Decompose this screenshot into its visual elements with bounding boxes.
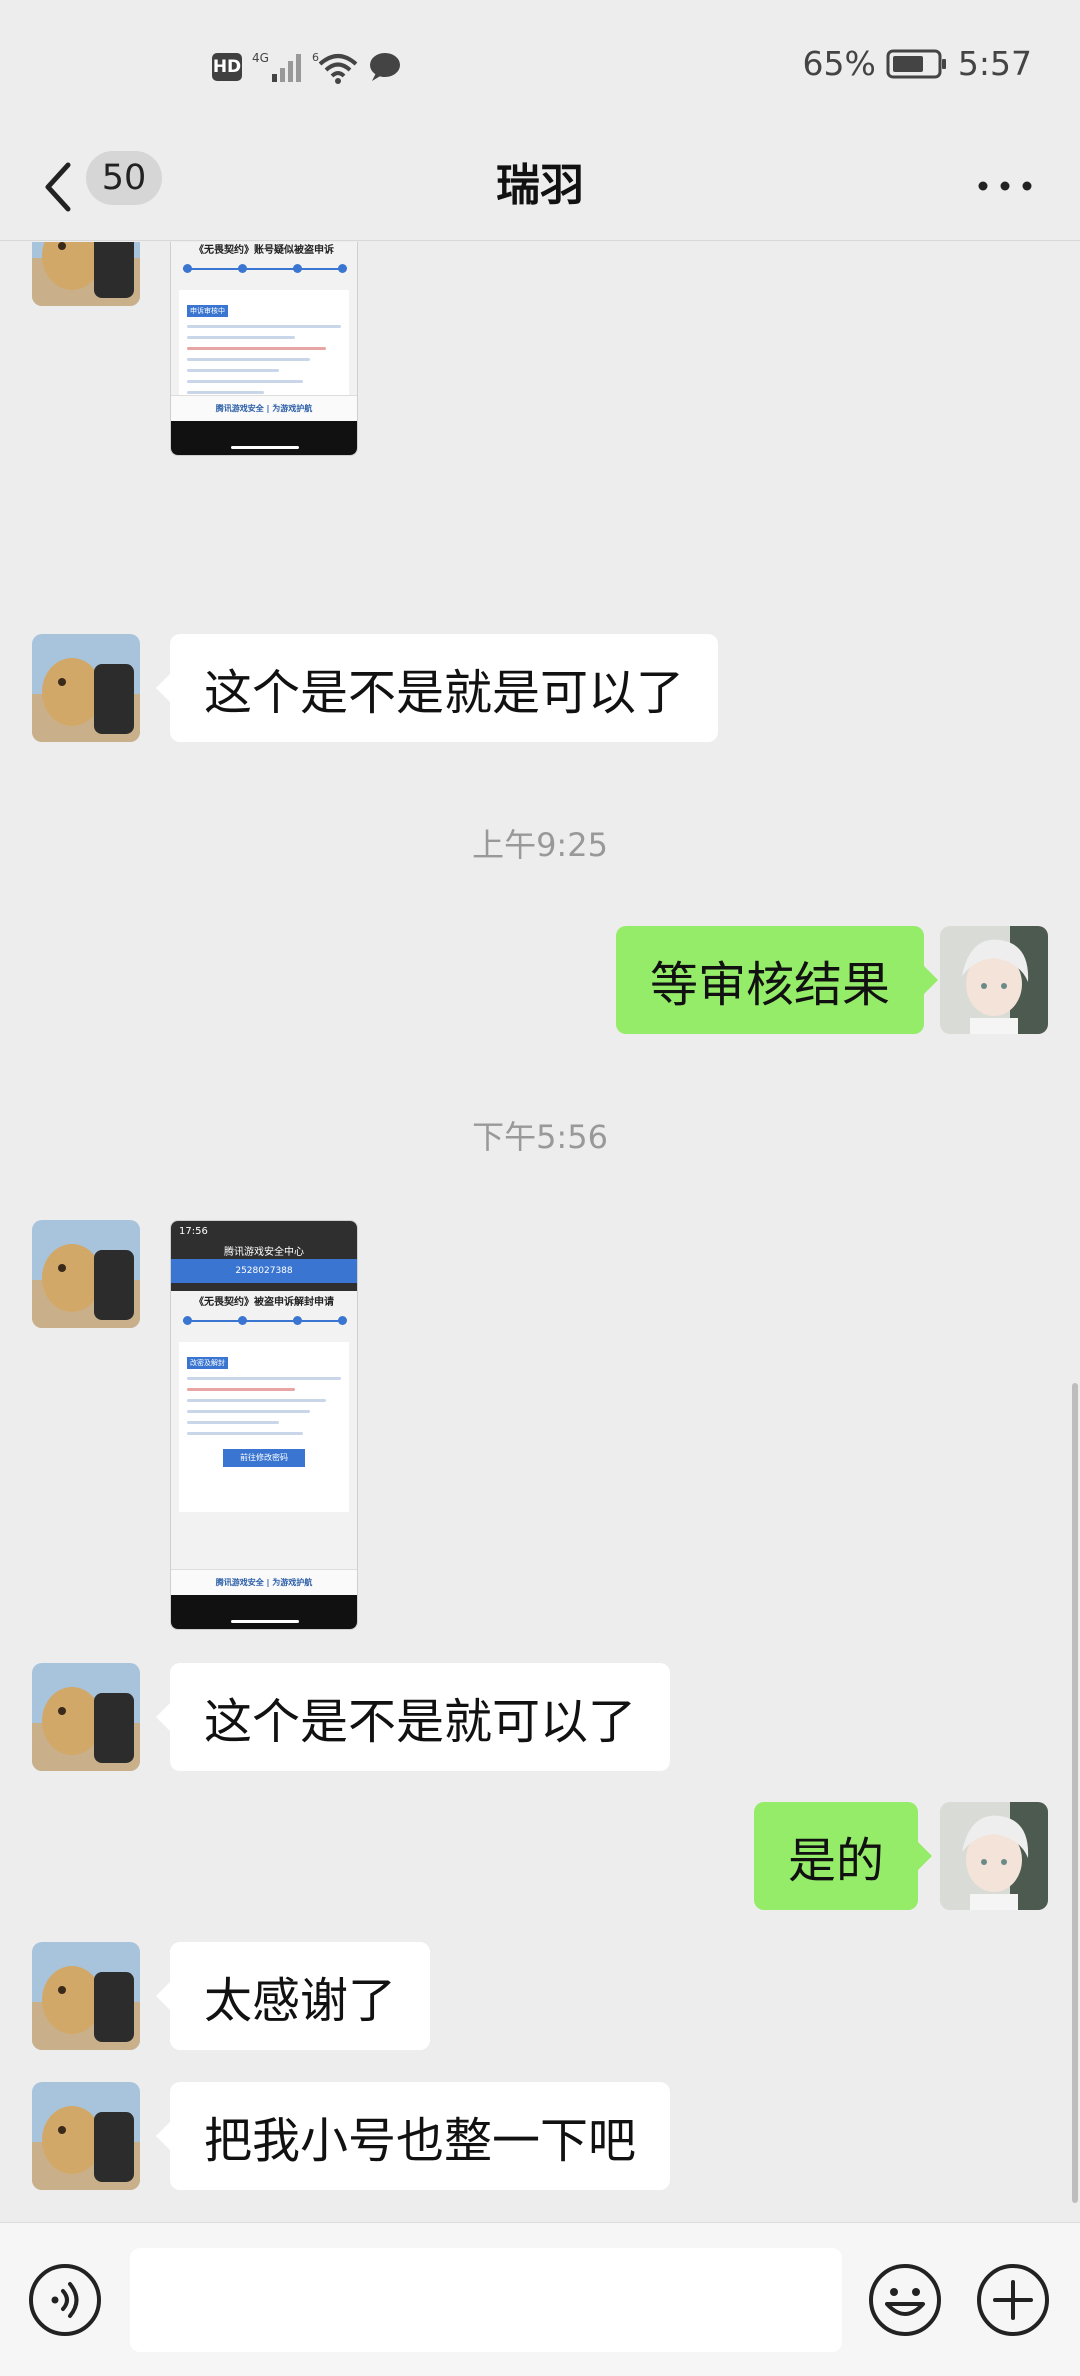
incoming-message[interactable]: 这个是不是就可以了	[155, 1663, 671, 1771]
shot-tag: 改密及解封	[187, 1357, 228, 1369]
message-notification-icon	[370, 53, 400, 81]
contact-avatar[interactable]	[32, 2082, 140, 2190]
clock: 5:57	[957, 44, 1032, 83]
message-input[interactable]	[130, 2248, 842, 2352]
wifi-icon: 6	[312, 51, 358, 84]
chat-header: 50 瑞羽	[0, 135, 1080, 241]
contact-avatar[interactable]	[32, 242, 140, 306]
status-indicators: HD 4G 6	[212, 50, 402, 84]
status-bar: HD 4G 6 65% 5:57	[0, 0, 1080, 135]
shot-clock: 17:56	[179, 1226, 208, 1237]
shot-navbar	[171, 1595, 357, 1629]
unread-count-badge[interactable]: 50	[86, 151, 162, 205]
svg-text:4G: 4G	[252, 51, 269, 65]
incoming-message[interactable]: 把我小号也整一下吧	[155, 2082, 671, 2190]
dog-photo-avatar	[32, 1942, 140, 2050]
emoji-icon[interactable]	[867, 2262, 943, 2338]
hd-badge: HD	[212, 53, 242, 81]
dog-photo-avatar	[32, 2082, 140, 2190]
self-avatar[interactable]	[940, 926, 1048, 1034]
shot-progress	[183, 264, 347, 273]
contact-avatar[interactable]	[32, 1220, 140, 1328]
outgoing-message[interactable]: 是的	[754, 1802, 933, 1910]
input-bar	[0, 2222, 1080, 2376]
dog-photo-avatar	[32, 1663, 140, 1771]
anime-boy-avatar	[940, 926, 1048, 1034]
plus-icon[interactable]	[975, 2262, 1051, 2338]
shot-header-id: 2528027388	[171, 1259, 357, 1283]
battery-percent: 65%	[802, 44, 876, 83]
scrollbar-thumb[interactable]	[1072, 1383, 1078, 2203]
dog-photo-avatar	[32, 634, 140, 742]
signal-icon: 4G	[252, 51, 301, 82]
dog-photo-avatar	[32, 242, 140, 306]
self-avatar[interactable]	[940, 1802, 1048, 1910]
outgoing-message[interactable]: 等审核结果	[616, 926, 939, 1034]
incoming-message[interactable]: 太感谢了	[155, 1942, 431, 2050]
shot-progress	[183, 1316, 347, 1325]
shot-card: 改密及解封 前往修改密码	[179, 1342, 349, 1512]
contact-avatar[interactable]	[32, 1942, 140, 2050]
chat-messages[interactable]: 2528027388 《无畏契约》账号疑似被盗申诉 申诉审核中 腾讯游戏安全 |…	[0, 242, 1080, 2220]
anime-boy-avatar	[940, 1802, 1048, 1910]
status-right: 65% 5:57	[803, 44, 1032, 83]
battery-icon	[886, 49, 946, 78]
svg-text:6: 6	[312, 51, 319, 64]
shot-header: 腾讯游戏安全中心	[224, 1247, 304, 1258]
contact-avatar[interactable]	[32, 634, 140, 742]
image-message[interactable]: 17:56 腾讯游戏安全中心 2528027388 《无畏契约》被盗申诉解封申请…	[170, 1220, 358, 1630]
timestamp: 上午9:25	[472, 826, 608, 864]
back-arrow-icon[interactable]	[38, 155, 78, 219]
dog-photo-avatar	[32, 1220, 140, 1328]
shot-button: 前往修改密码	[223, 1449, 305, 1467]
shot-title: 《无畏契约》账号疑似被盗申诉	[194, 245, 334, 256]
image-message[interactable]: 2528027388 《无畏契约》账号疑似被盗申诉 申诉审核中 腾讯游戏安全 |…	[170, 242, 358, 456]
shot-footer: 腾讯游戏安全 | 为游戏护航	[171, 395, 357, 421]
chat-title: 瑞羽	[496, 160, 584, 211]
shot-navbar	[171, 421, 357, 455]
shot-tag: 申诉审核中	[187, 305, 228, 317]
more-options-icon[interactable]	[975, 171, 1035, 201]
incoming-message[interactable]: 这个是不是就是可以了	[155, 634, 719, 742]
shot-footer: 腾讯游戏安全 | 为游戏护航	[171, 1569, 357, 1595]
voice-input-icon[interactable]	[27, 2262, 103, 2338]
contact-avatar[interactable]	[32, 1663, 140, 1771]
timestamp: 下午5:56	[472, 1118, 608, 1156]
